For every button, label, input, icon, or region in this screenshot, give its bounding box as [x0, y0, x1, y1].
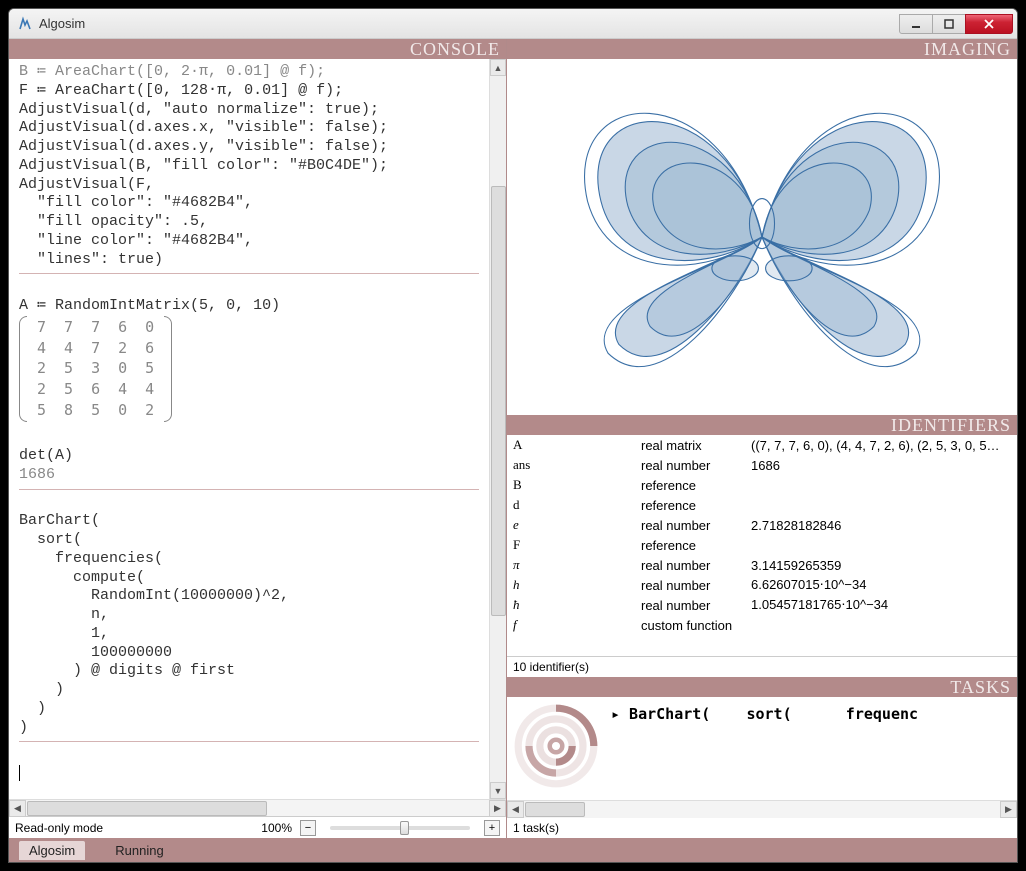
identifier-row[interactable]: ansreal number1686	[507, 455, 1017, 475]
identifiers-header: IDENTIFIERS	[507, 415, 1017, 435]
tab-algosim[interactable]: Algosim	[19, 841, 85, 860]
window-title: Algosim	[39, 16, 900, 31]
app-window: Algosim CONSOLE B ≔ AreaChart([0, 2	[8, 8, 1018, 863]
tab-running[interactable]: Running	[115, 843, 163, 858]
close-button[interactable]	[965, 14, 1013, 34]
zoom-out-button[interactable]: −	[300, 820, 316, 836]
identifiers-header-label: IDENTIFIERS	[891, 416, 1011, 434]
console-editor[interactable]: B ≔ AreaChart([0, 2·π, 0.01] @ f); F ≔ A…	[9, 59, 489, 799]
minimize-button[interactable]	[899, 14, 933, 34]
bottom-tabs: Algosim Running	[9, 838, 1017, 862]
zoom-in-button[interactable]: +	[484, 820, 500, 836]
imaging-header-label: IMAGING	[924, 40, 1011, 58]
tasks-panel: ▸ BarChart( sort( frequenc ◀ ▶	[507, 697, 1017, 817]
identifiers-count: 10 identifier(s)	[507, 656, 1017, 677]
console-hscroll[interactable]: ◀ ▶	[9, 799, 506, 816]
tasks-hscroll[interactable]: ◀ ▶	[507, 800, 1017, 817]
matrix-output: 77760 44726 25305 25644 58502	[19, 316, 172, 422]
titlebar[interactable]: Algosim	[9, 9, 1017, 39]
identifier-row[interactable]: πreal number3.14159265359	[507, 555, 1017, 575]
task-current-label: ▸ BarChart( sort( frequenc	[611, 701, 918, 723]
identifiers-panel[interactable]: Areal matrix((7, 7, 7, 6, 0), (4, 4, 7, …	[507, 435, 1017, 656]
spinner-icon	[511, 701, 601, 791]
identifier-row[interactable]: Freference	[507, 535, 1017, 555]
console-header: CONSOLE	[9, 39, 506, 59]
identifier-row[interactable]: ħreal number1.05457181765⋅10^−34	[507, 595, 1017, 615]
imaging-canvas[interactable]	[507, 59, 1017, 415]
zoom-slider[interactable]	[330, 826, 470, 830]
identifier-row[interactable]: Breference	[507, 475, 1017, 495]
tasks-header: TASKS	[507, 677, 1017, 697]
identifier-row[interactable]: Areal matrix((7, 7, 7, 6, 0), (4, 4, 7, …	[507, 435, 1017, 455]
text-caret	[19, 765, 20, 781]
console-vscroll[interactable]: ▲ ▼	[489, 59, 506, 799]
zoom-label: 100%	[261, 821, 292, 835]
window-controls	[900, 14, 1013, 34]
readonly-label: Read-only mode	[15, 821, 103, 835]
console-header-label: CONSOLE	[410, 40, 500, 58]
console-pane: CONSOLE B ≔ AreaChart([0, 2·π, 0.01] @ f…	[9, 39, 507, 838]
imaging-header: IMAGING	[507, 39, 1017, 59]
identifiers-table[interactable]: Areal matrix((7, 7, 7, 6, 0), (4, 4, 7, …	[507, 435, 1017, 635]
identifier-row[interactable]: ereal number2.71828182846	[507, 515, 1017, 535]
identifier-row[interactable]: dreference	[507, 495, 1017, 515]
identifier-row[interactable]: fcustom function	[507, 615, 1017, 635]
tasks-header-label: TASKS	[950, 678, 1011, 696]
console-statusbar: Read-only mode 100% − +	[9, 816, 506, 838]
right-pane: IMAGING	[507, 39, 1017, 838]
maximize-button[interactable]	[932, 14, 966, 34]
tasks-count: 1 task(s)	[507, 817, 1017, 838]
identifier-row[interactable]: hreal number6.62607015⋅10^−34	[507, 575, 1017, 595]
butterfly-plot	[552, 67, 972, 407]
app-icon	[17, 16, 33, 32]
